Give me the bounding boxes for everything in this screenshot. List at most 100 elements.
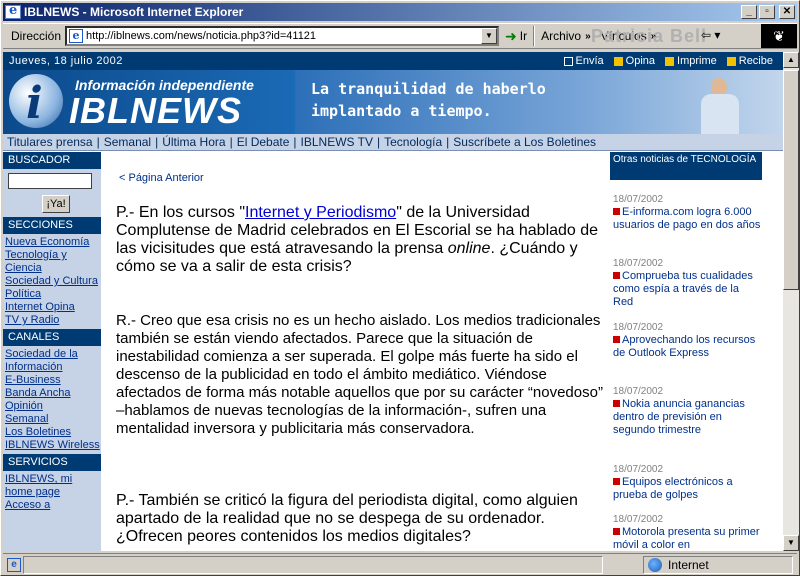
sidebar-item[interactable]: Semanal: [5, 413, 101, 426]
nav-ultima-hora[interactable]: Última Hora: [158, 135, 229, 149]
sidebar-item[interactable]: IBLNEWS, mi home page: [5, 473, 101, 499]
page-icon: e: [69, 29, 84, 43]
section-nav: Titulares prensa | Semanal | Última Hora | …: [3, 134, 783, 151]
sidebar-item[interactable]: E-Business: [5, 374, 101, 387]
news-item[interactable]: Motorola presenta su primer móvil a colo…: [613, 526, 761, 551]
secciones-header: SECCIONES: [3, 217, 101, 234]
news-date: 18/07/2002: [613, 514, 664, 525]
banner-brand[interactable]: IBLNEWS: [69, 90, 242, 132]
opina-link[interactable]: Opina: [613, 55, 655, 67]
address-url[interactable]: http://iblnews.com/news/noticia.php3?id=…: [86, 30, 316, 42]
news-date: 18/07/2002: [613, 464, 664, 475]
ad-line-2: implantado a tiempo.: [311, 102, 492, 120]
left-sidebar: BUSCADOR ¡Ya! SECCIONES Nueva Economía T…: [3, 152, 101, 551]
recibe-link[interactable]: Recibe: [726, 55, 773, 67]
page-date: Jueves, 18 julio 2002: [9, 55, 123, 67]
secciones-list: Nueva Economía Tecnología y Ciencia Soci…: [3, 234, 101, 329]
ad-banner[interactable]: La tranquilidad de haberlo implantado a …: [295, 70, 783, 134]
sidebar-item[interactable]: Acceso a: [5, 499, 101, 512]
home-icon: [726, 56, 736, 66]
scroll-down-icon[interactable]: ▼: [783, 535, 799, 551]
iblnews-logo[interactable]: i: [9, 74, 63, 129]
question-1: P.- En los cursos "Internet y Periodismo…: [116, 204, 599, 275]
sidebar-item[interactable]: IBLNEWS Wireless: [5, 439, 101, 452]
ad-person-image: [697, 72, 743, 134]
sidebar-item[interactable]: Opinión: [5, 400, 101, 413]
sidebar-item[interactable]: TV y Radio: [5, 314, 101, 327]
archivo-menu[interactable]: Archivo: [541, 29, 581, 43]
bullet-icon: [613, 400, 620, 407]
search-button[interactable]: ¡Ya!: [42, 195, 70, 213]
search-input[interactable]: [8, 173, 92, 189]
ie-logo-icon: ❦: [761, 24, 797, 48]
printer-icon: [665, 56, 675, 66]
nav-tecnologia[interactable]: Tecnología: [380, 135, 446, 149]
news-item[interactable]: Nokia anuncia ganancias dentro de previs…: [613, 398, 761, 437]
header-banner: i Información independiente IBLNEWS La t…: [3, 70, 783, 134]
bullet-icon: [613, 272, 620, 279]
ad-line-1: La tranquilidad de haberlo: [311, 80, 546, 98]
address-dropdown-arrow-icon[interactable]: ▼: [481, 28, 498, 44]
related-news: Otras noticias de TECNOLOGÍA 18/07/2002 …: [610, 152, 762, 551]
nav-titulares[interactable]: Titulares prensa: [3, 135, 97, 149]
envia-link[interactable]: Envía: [563, 55, 604, 67]
canales-list: Sociedad de la Información E-Business Ba…: [3, 346, 101, 454]
scroll-thumb[interactable]: [783, 70, 799, 290]
sidebar-item[interactable]: Tecnología y Ciencia: [5, 249, 101, 275]
sidebar-item[interactable]: Sociedad de la Información: [5, 348, 101, 374]
status-text-panel: [23, 555, 603, 574]
buscador-header: BUSCADOR: [3, 152, 101, 169]
sidebar-item[interactable]: Nueva Economía: [5, 236, 101, 249]
title-bar: IBLNEWS - Microsoft Internet Explorer _ …: [3, 3, 797, 21]
news-item[interactable]: E-informa.com logra 6.000 usuarios de pa…: [613, 206, 761, 232]
browser-window: IBLNEWS - Microsoft Internet Explorer _ …: [0, 0, 800, 576]
comment-icon: [613, 56, 623, 66]
vertical-scrollbar[interactable]: ▲ ▼: [783, 52, 799, 551]
sidebar-item[interactable]: Política: [5, 288, 101, 301]
canales-header: CANALES: [3, 329, 101, 346]
status-bar: e Internet: [3, 553, 797, 575]
chevron-right-icon[interactable]: »: [651, 31, 657, 42]
back-link[interactable]: < Página Anterior: [119, 172, 204, 184]
bullet-icon: [613, 336, 620, 343]
nav-iblnews-tv[interactable]: IBLNEWS TV: [297, 135, 377, 149]
news-item[interactable]: Comprueba tus cualidades como espía a tr…: [613, 270, 761, 309]
page-status-icon: e: [7, 557, 21, 572]
answer-1: R.- Creo que esa crisis no es un hecho a…: [116, 312, 603, 437]
sidebar-item[interactable]: Internet Opina: [5, 301, 101, 314]
sidebar-item[interactable]: Sociedad y Cultura: [5, 275, 101, 288]
related-header: Otras noticias de TECNOLOGÍA: [610, 152, 762, 180]
news-item[interactable]: Aprovechando los recursos de Outlook Exp…: [613, 334, 761, 360]
vinculos-menu[interactable]: Vínculos: [601, 29, 647, 43]
window-title: IBLNEWS - Microsoft Internet Explorer: [24, 5, 244, 19]
go-arrow-icon: ➜: [505, 27, 517, 44]
course-link[interactable]: Internet y Periodismo: [245, 204, 396, 221]
news-date: 18/07/2002: [613, 258, 664, 269]
minimize-button[interactable]: _: [741, 5, 757, 19]
imprime-link[interactable]: Imprime: [665, 55, 717, 67]
globe-icon: [648, 558, 662, 572]
nav-el-debate[interactable]: El Debate: [233, 135, 294, 149]
bullet-icon: [613, 208, 620, 215]
scroll-up-icon[interactable]: ▲: [783, 52, 799, 68]
nav-suscribete[interactable]: Suscríbete a Los Boletines: [449, 135, 600, 149]
zone-label: Internet: [668, 558, 709, 572]
close-button[interactable]: ✕: [779, 5, 795, 19]
date-bar: Jueves, 18 julio 2002 Envía Opina Imprim…: [3, 52, 783, 70]
ie-app-icon: [5, 3, 21, 19]
go-button[interactable]: ➜ Ir: [505, 28, 527, 45]
sidebar-item[interactable]: Banda Ancha: [5, 387, 101, 400]
back-button[interactable]: ⇦ ▾: [701, 28, 720, 42]
maximize-button[interactable]: ▫: [759, 5, 775, 19]
nav-semanal[interactable]: Semanal: [100, 135, 155, 149]
page-content: Jueves, 18 julio 2002 Envía Opina Imprim…: [3, 52, 783, 551]
news-item[interactable]: Equipos electrónicos a prueba de golpes: [613, 476, 761, 502]
security-zone: Internet: [643, 556, 793, 574]
servicios-list: IBLNEWS, mi home page Acceso a: [3, 471, 101, 514]
news-date: 18/07/2002: [613, 194, 664, 205]
bullet-icon: [613, 528, 620, 535]
chevron-right-icon[interactable]: »: [585, 31, 591, 42]
servicios-header: SERVICIOS: [3, 454, 101, 471]
address-bar[interactable]: e http://iblnews.com/news/noticia.php3?i…: [65, 26, 500, 46]
sidebar-item[interactable]: Los Boletines: [5, 426, 101, 439]
